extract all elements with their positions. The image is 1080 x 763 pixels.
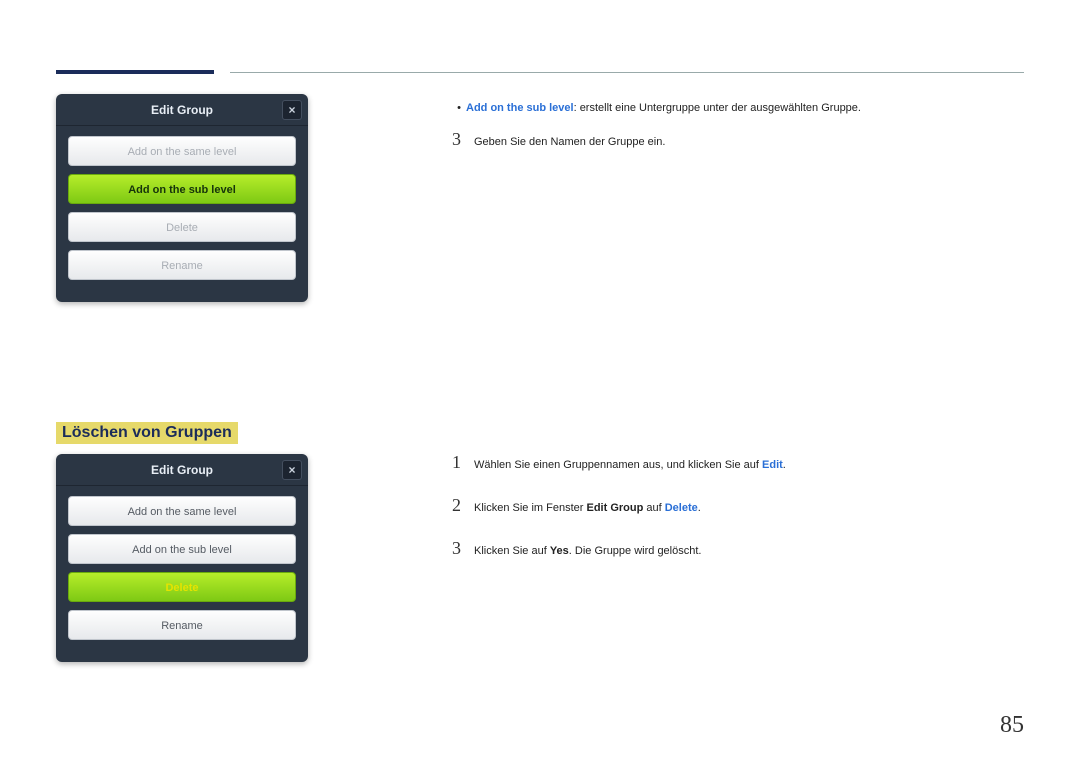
- dialog-body: Add on the same level Add on the sub lev…: [56, 126, 308, 292]
- add-sub-level-button[interactable]: Add on the sub level: [68, 174, 296, 204]
- add-same-level-button[interactable]: Add on the same level: [68, 496, 296, 526]
- instruction-block-top: • Add on the sub level: erstellt eine Un…: [452, 94, 1024, 153]
- step-1-select-group: 1 Wählen Sie einen Gruppennamen aus, und…: [452, 448, 1024, 477]
- close-icon[interactable]: ×: [282, 460, 302, 480]
- delete-button[interactable]: Delete: [68, 212, 296, 242]
- keyword-yes: Yes: [550, 545, 569, 557]
- header-divider: [230, 72, 1024, 73]
- step-number: 3: [452, 534, 474, 563]
- section-heading-delete-groups: Löschen von Gruppen: [56, 422, 238, 444]
- dialog-body: Add on the same level Add on the sub lev…: [56, 486, 308, 652]
- bullet-add-sub-level: • Add on the sub level: erstellt eine Un…: [452, 100, 1024, 117]
- rename-button[interactable]: Rename: [68, 250, 296, 280]
- content-area: Edit Group × Add on the same level Add o…: [56, 94, 1024, 703]
- dialog-title-bar: Edit Group ×: [56, 94, 308, 126]
- keyword-add-sub-level: Add on the sub level: [466, 102, 574, 114]
- text-part: . Die Gruppe wird gelöscht.: [569, 545, 702, 557]
- step-3-click-yes: 3 Klicken Sie auf Yes. Die Gruppe wird g…: [452, 534, 1024, 563]
- step-text: Geben Sie den Namen der Gruppe ein.: [474, 134, 665, 152]
- keyword-edit-group: Edit Group: [586, 502, 643, 514]
- bullet-text: Add on the sub level: erstellt eine Unte…: [466, 100, 861, 117]
- step-3-enter-name: 3 Geben Sie den Namen der Gruppe ein.: [452, 125, 1024, 154]
- edit-group-dialog-delete: Edit Group × Add on the same level Add o…: [56, 454, 308, 662]
- text-part: .: [698, 502, 701, 514]
- step-text: Wählen Sie einen Gruppennamen aus, und k…: [474, 457, 786, 475]
- delete-button[interactable]: Delete: [68, 572, 296, 602]
- text-part: auf: [643, 502, 664, 514]
- step-text: Klicken Sie im Fenster Edit Group auf De…: [474, 500, 701, 518]
- bullet-dot-icon: •: [452, 100, 466, 117]
- step-number: 1: [452, 448, 474, 477]
- text-part: Wählen Sie einen Gruppennamen aus, und k…: [474, 459, 762, 471]
- text-part: .: [783, 459, 786, 471]
- page-number: 85: [1000, 712, 1024, 739]
- step-number: 2: [452, 491, 474, 520]
- step-text: Klicken Sie auf Yes. Die Gruppe wird gel…: [474, 543, 701, 561]
- rename-button[interactable]: Rename: [68, 610, 296, 640]
- text-part: Klicken Sie im Fenster: [474, 502, 586, 514]
- keyword-edit: Edit: [762, 459, 783, 471]
- dialog-title-bar: Edit Group ×: [56, 454, 308, 486]
- dialog-title: Edit Group: [151, 463, 213, 477]
- text-part: Klicken Sie auf: [474, 545, 550, 557]
- step-number: 3: [452, 125, 474, 154]
- document-page: Edit Group × Add on the same level Add o…: [0, 0, 1080, 763]
- left-column: Edit Group × Add on the same level Add o…: [56, 94, 416, 662]
- edit-group-dialog-add-sub: Edit Group × Add on the same level Add o…: [56, 94, 308, 302]
- keyword-delete: Delete: [665, 502, 698, 514]
- close-icon[interactable]: ×: [282, 100, 302, 120]
- add-sub-level-button[interactable]: Add on the sub level: [68, 534, 296, 564]
- right-column: • Add on the sub level: erstellt eine Un…: [452, 94, 1024, 167]
- bullet-rest: : erstellt eine Untergruppe unter der au…: [574, 102, 861, 114]
- header-accent-bar: [56, 70, 214, 74]
- instruction-block-bottom: 1 Wählen Sie einen Gruppennamen aus, und…: [452, 448, 1024, 576]
- step-2-click-delete: 2 Klicken Sie im Fenster Edit Group auf …: [452, 491, 1024, 520]
- dialog-title: Edit Group: [151, 103, 213, 117]
- add-same-level-button[interactable]: Add on the same level: [68, 136, 296, 166]
